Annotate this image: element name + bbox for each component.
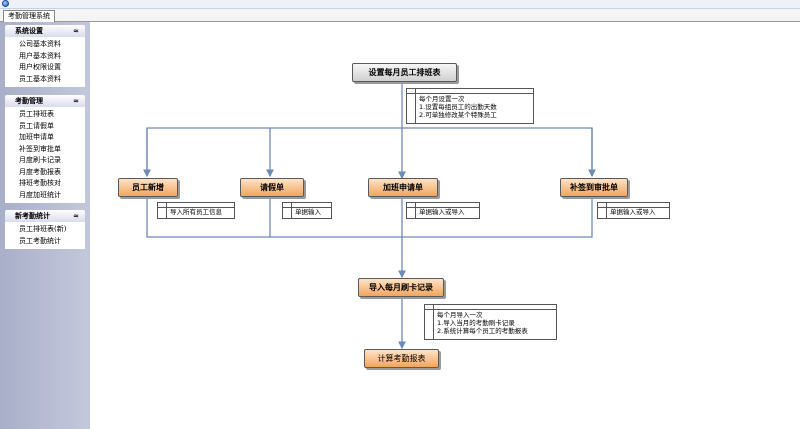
node-signin-approval[interactable]: 补签到审批单 xyxy=(560,178,628,197)
note-line: 2.可单独修改某个特殊员工 xyxy=(419,111,497,119)
note-leave: 单据输入 xyxy=(282,202,332,219)
sidebar-item[interactable]: 员工考勤统计 xyxy=(19,236,85,248)
section-header[interactable]: 系统设置 ≈ xyxy=(5,25,85,37)
note-line: 1.设置每组员工的出勤天数 xyxy=(419,103,497,111)
collapse-icon[interactable]: ≈ xyxy=(73,25,79,37)
sidebar-section-new-stats: 新考勤统计 ≈ 员工排班表(新) 员工考勤统计 xyxy=(5,210,85,249)
sidebar-item[interactable]: 月度加班统计 xyxy=(19,190,85,202)
section-title: 系统设置 xyxy=(15,27,43,35)
flowchart-canvas: 设置每月员工排班表 每个月设置一次 1.设置每组员工的出勤天数 2.可单独修改某… xyxy=(90,22,800,429)
node-import-punch[interactable]: 导入每月刷卡记录 xyxy=(358,278,444,297)
sidebar-item[interactable]: 用户基本资料 xyxy=(19,51,85,63)
sidebar-item[interactable]: 公司基本资料 xyxy=(19,39,85,51)
note-line: 单据输入 xyxy=(295,208,321,216)
section-header[interactable]: 新考勤统计 ≈ xyxy=(5,210,85,222)
sidebar-section-system: 系统设置 ≈ 公司基本资料 用户基本资料 用户权限设置 员工基本资料 xyxy=(5,25,85,87)
sidebar-item[interactable]: 月度刷卡记录 xyxy=(19,155,85,167)
note-overtime: 单据输入或导入 xyxy=(406,202,480,219)
sidebar-item[interactable]: 用户权限设置 xyxy=(19,62,85,74)
branch-bar xyxy=(146,127,593,176)
sidebar-item[interactable]: 员工请假单 xyxy=(19,121,85,133)
node-calc-report[interactable]: 计算考勤报表 xyxy=(364,349,439,368)
note-line: 每个月导入一次 xyxy=(437,311,483,319)
sidebar-item[interactable]: 员工排班表(新) xyxy=(19,224,85,236)
sidebar: 系统设置 ≈ 公司基本资料 用户基本资料 用户权限设置 员工基本资料 考勤管理 … xyxy=(0,22,90,429)
tab-attendance-system[interactable]: 考勤管理系统 xyxy=(3,10,55,22)
app-logo-icon xyxy=(2,0,9,7)
section-title: 新考勤统计 xyxy=(15,212,50,220)
note-line: 2.系统计算每个员工的考勤报表 xyxy=(437,327,528,335)
sidebar-section-attendance: 考勤管理 ≈ 员工排班表 员工请假单 加班申请单 补签到审批单 月度刷卡记录 月… xyxy=(5,95,85,203)
node-set-schedule[interactable]: 设置每月员工排班表 xyxy=(352,63,457,82)
sidebar-item[interactable]: 月度考勤报表 xyxy=(19,167,85,179)
flow-connectors xyxy=(143,83,596,350)
note-line: 单据输入或导入 xyxy=(419,208,465,216)
collapse-icon[interactable]: ≈ xyxy=(73,210,79,222)
section-header[interactable]: 考勤管理 ≈ xyxy=(5,95,85,107)
sidebar-item[interactable]: 补签到审批单 xyxy=(19,144,85,156)
node-leave-form[interactable]: 请假单 xyxy=(240,178,304,197)
sidebar-item[interactable]: 加班申请单 xyxy=(19,132,85,144)
section-title: 考勤管理 xyxy=(15,97,43,105)
note-line: 1.导入当月的考勤刷卡记录 xyxy=(437,319,515,327)
note-import: 每个月导入一次 1.导入当月的考勤刷卡记录 2.系统计算每个员工的考勤报表 xyxy=(424,304,557,340)
sidebar-item[interactable]: 员工基本资料 xyxy=(19,74,85,86)
note-schedule: 每个月设置一次 1.设置每组员工的出勤天数 2.可单独修改某个特殊员工 xyxy=(406,88,534,124)
note-new-employee: 导入所有员工信息 xyxy=(157,202,235,219)
sidebar-item[interactable]: 排班考勤核对 xyxy=(19,178,85,190)
note-line: 每个月设置一次 xyxy=(419,95,465,103)
sidebar-item[interactable]: 员工排班表 xyxy=(19,109,85,121)
node-overtime-form[interactable]: 加班申请单 xyxy=(368,178,438,197)
collapse-icon[interactable]: ≈ xyxy=(73,95,79,107)
title-bar xyxy=(0,0,800,9)
note-line: 导入所有员工信息 xyxy=(170,208,222,216)
note-line: 单据输入或导入 xyxy=(610,208,656,216)
tab-strip: 考勤管理系统 xyxy=(0,9,800,22)
note-signin: 单据输入或导入 xyxy=(597,202,670,219)
node-new-employee[interactable]: 员工新增 xyxy=(118,178,178,197)
